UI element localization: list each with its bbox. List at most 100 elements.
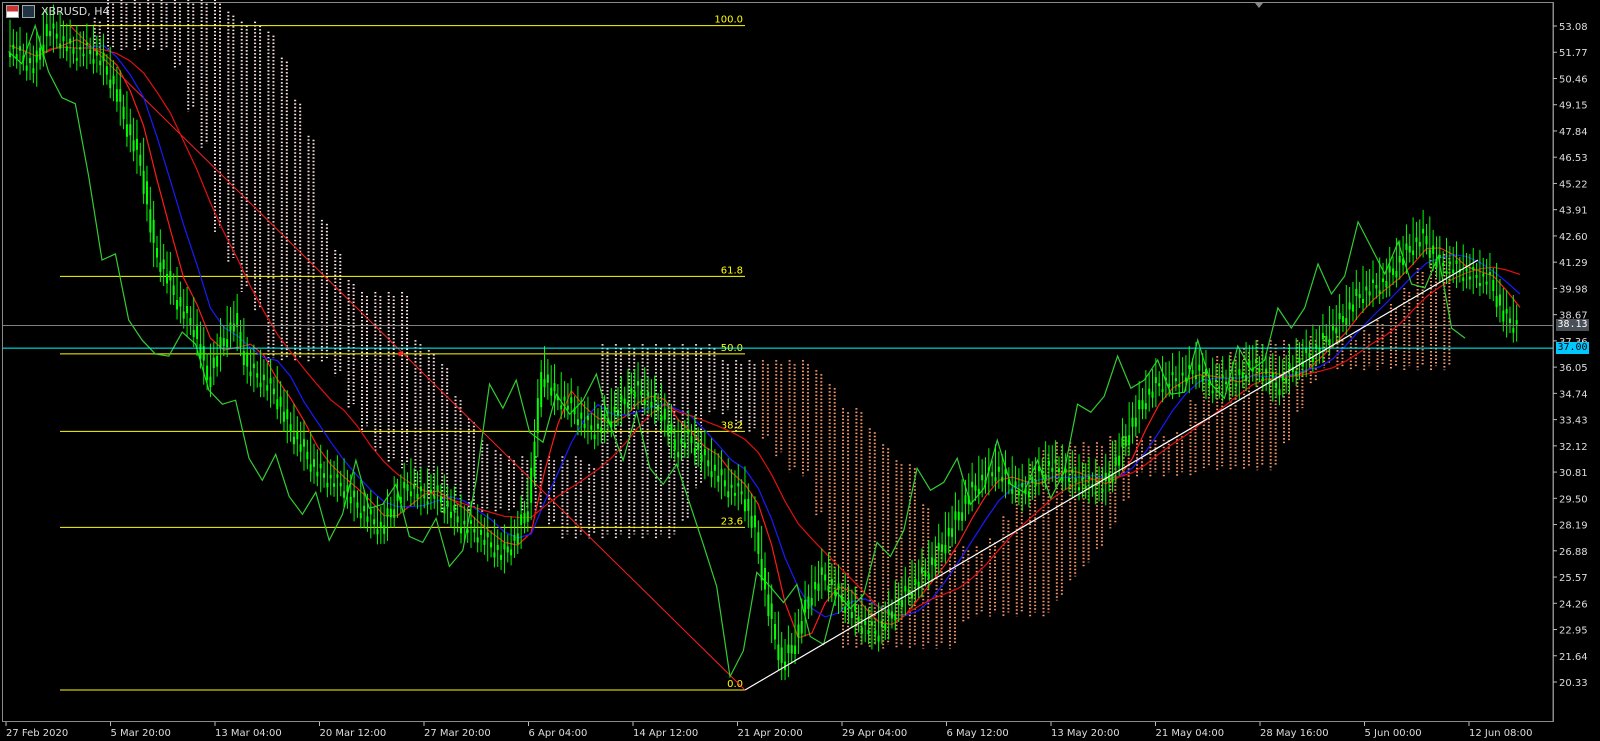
candle-body: [536, 398, 539, 434]
candle-body: [132, 140, 135, 152]
candle-body: [9, 52, 11, 58]
candle-body: [637, 381, 640, 386]
chart-window[interactable]: 100.0 61.8 50.0 38.2 23.6 0.0 53.08 51.77 50.46…: [0, 0, 1600, 741]
candle-body: [1415, 237, 1418, 242]
candle-body: [329, 474, 332, 479]
ma-slow-line: [9, 44, 1521, 618]
price-chart[interactable]: 100.061.850.038.223.60.0 53.0851.7750.46…: [0, 0, 1600, 741]
candle-body: [944, 544, 947, 554]
candle-body: [319, 463, 322, 469]
candle-body: [563, 396, 566, 401]
candle-body: [994, 477, 997, 482]
fib-midpoint-marker: [398, 351, 402, 356]
candle-body: [797, 624, 800, 638]
candle-body: [997, 466, 1000, 472]
candle-body: [85, 42, 88, 46]
candle-body: [733, 492, 736, 496]
candle-body: [409, 491, 412, 497]
candle-body: [596, 423, 599, 429]
candle-body: [1448, 261, 1451, 265]
candle-body: [1515, 320, 1518, 325]
candle-body: [991, 472, 994, 477]
candle-body: [493, 552, 496, 558]
candle-body: [119, 89, 122, 102]
candle-body: [239, 332, 242, 347]
candle-body: [1258, 368, 1261, 373]
candle-body: [640, 390, 643, 396]
candle-body: [1358, 294, 1361, 299]
candle-body: [1248, 360, 1251, 367]
price-tick-label: 30.81: [1559, 468, 1588, 479]
alert-price-tag[interactable]: 37.00: [1556, 342, 1589, 355]
candle-body: [1311, 357, 1314, 363]
candle-body: [426, 501, 429, 505]
candle-body: [1204, 369, 1207, 376]
candle-body: [1505, 309, 1508, 314]
time-scale[interactable]: 27 Feb 2020 5 Mar 20:00 13 Mar 04:00 20 Mar…: [5, 722, 1533, 739]
ma-fast-line: [9, 38, 1521, 639]
candle-body: [1365, 286, 1368, 291]
candle-body: [343, 491, 346, 498]
candle-body: [817, 583, 820, 591]
candle-body: [1335, 327, 1338, 334]
candle-body: [910, 592, 913, 599]
candle-body: [974, 485, 977, 491]
candle-body: [369, 509, 372, 515]
candle-body: [209, 376, 212, 388]
price-scale[interactable]: 53.08 51.77 50.46 49.15 47.84 46.53 45.22 43.91…: [1553, 22, 1588, 689]
candle-body: [473, 528, 476, 533]
candle-body: [399, 496, 402, 504]
candle-body: [429, 489, 432, 493]
candle-body: [196, 324, 199, 340]
candle-body: [219, 337, 222, 348]
candle-body: [323, 473, 326, 478]
candle-body: [877, 635, 880, 642]
candle-body: [1338, 313, 1341, 320]
candle-body: [951, 528, 954, 537]
candle-body: [921, 567, 924, 574]
fib-level-label: 61.8: [721, 265, 743, 276]
candle-body: [122, 106, 125, 120]
candle-body: [767, 594, 770, 616]
candle-body: [1375, 284, 1378, 289]
us-flag-icon: [6, 4, 19, 18]
candle-body: [1121, 437, 1124, 448]
candle-body: [830, 578, 833, 585]
candle-body: [269, 378, 272, 384]
time-tick-label: 5 Jun 00:00: [1365, 728, 1422, 739]
candle-body: [957, 511, 960, 521]
candle-body: [176, 300, 179, 310]
candle-body: [931, 557, 934, 565]
candle-body: [1472, 266, 1475, 270]
candle-body: [162, 259, 165, 269]
candle-body: [627, 402, 630, 408]
candle-body: [112, 75, 115, 85]
price-tick-label: 29.50: [1559, 494, 1588, 505]
candle-body: [229, 322, 232, 331]
candle-body: [670, 423, 673, 435]
candle-body: [383, 525, 386, 534]
candle-body: [1194, 375, 1197, 380]
candle-body: [847, 600, 850, 607]
price-tick-label: 25.57: [1559, 573, 1588, 584]
price-tick-label: 20.33: [1559, 678, 1588, 689]
candle-body: [1178, 384, 1181, 388]
candle-body: [677, 452, 680, 458]
candle-body: [857, 616, 860, 623]
candle-body: [1074, 478, 1077, 483]
candle-body: [75, 58, 78, 61]
candle-body: [349, 496, 352, 504]
candle-body: [827, 585, 830, 592]
candle-body: [533, 441, 536, 477]
candle-body: [363, 505, 366, 512]
candle-body: [576, 419, 579, 426]
candle-body: [964, 495, 967, 504]
shift-marker-icon[interactable]: [1255, 3, 1263, 8]
candle-body: [954, 511, 957, 520]
candle-body: [777, 644, 780, 661]
candle-body: [854, 605, 857, 612]
candle-body: [864, 621, 867, 626]
candle-body: [35, 50, 38, 63]
time-tick-label: 5 Mar 20:00: [111, 728, 171, 739]
candle-body: [516, 533, 519, 544]
